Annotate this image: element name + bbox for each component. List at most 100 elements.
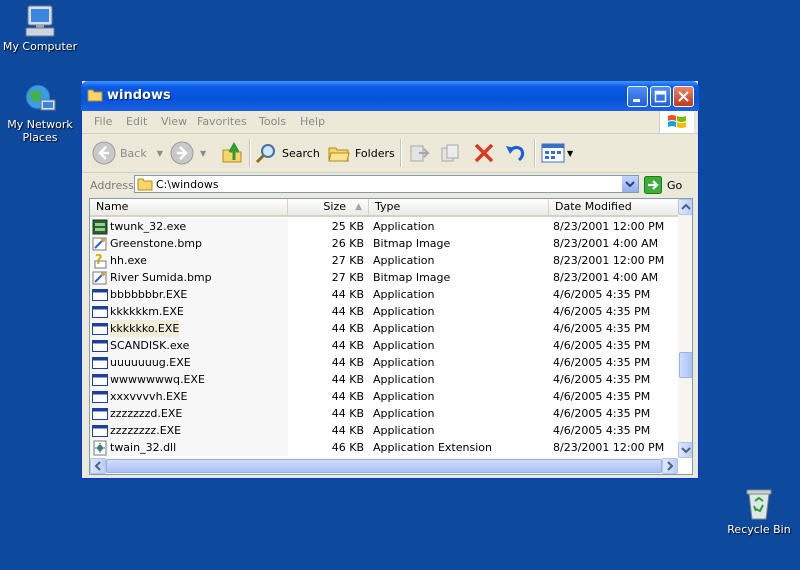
table-row[interactable]: River Sumida.bmp 27 KB Bitmap Image 8/23/20… <box>90 269 678 286</box>
search-button[interactable]: Search <box>254 138 320 168</box>
file-size: 44 KB <box>331 407 364 420</box>
menu-tools[interactable]: Tools <box>259 115 286 128</box>
move-to-button[interactable] <box>407 138 431 168</box>
up-folder-button[interactable] <box>220 138 244 168</box>
file-type: Application <box>373 407 435 420</box>
dll-icon <box>92 440 108 456</box>
file-name-cell[interactable]: River Sumida.bmp <box>92 269 212 286</box>
file-date: 4/6/2005 4:35 PM <box>553 356 651 369</box>
file-name-cell[interactable]: ? hh.exe <box>92 252 147 269</box>
svg-text:?: ? <box>95 253 103 268</box>
file-name-cell[interactable]: bbbbbbbr.EXE <box>92 286 187 303</box>
chevron-down-icon <box>625 181 635 188</box>
desktop-icon-recycle-bin[interactable]: Recycle Bin <box>719 487 799 536</box>
file-name-cell[interactable]: twain_32.dll <box>92 439 176 456</box>
table-row[interactable]: zzzzzzzz.EXE 44 KB Application 4/6/2005 4:3… <box>90 422 678 439</box>
table-row[interactable]: twunk_32.exe 25 KB Application 8/23/2001 12… <box>90 218 678 235</box>
file-name-cell[interactable]: kkkkkko.EXE <box>92 320 180 337</box>
file-type: Application <box>373 288 435 301</box>
go-label: Go <box>667 178 683 192</box>
file-name: SCANDISK.exe <box>110 339 190 352</box>
delete-button[interactable] <box>472 138 496 168</box>
menu-file[interactable]: File <box>94 115 112 128</box>
desktop-icon-label: My Network Places <box>7 118 73 144</box>
horizontal-scrollbar[interactable] <box>90 458 678 474</box>
desktop-icon-my-network-places[interactable]: My Network Places <box>0 82 80 144</box>
search-label: Search <box>282 146 320 160</box>
file-name-cell[interactable]: Greenstone.bmp <box>92 235 202 252</box>
menu-favorites[interactable]: Favorites <box>197 115 247 128</box>
forward-button[interactable]: ▼ <box>170 138 206 168</box>
scroll-left-button[interactable] <box>90 458 106 474</box>
file-name-cell[interactable]: wwwwwwwq.EXE <box>92 371 205 388</box>
table-row[interactable]: wwwwwwwq.EXE 44 KB Application 4/6/2005 4:3… <box>90 371 678 388</box>
table-row[interactable]: kkkkkko.EXE 44 KB Application 4/6/2005 4:35… <box>90 320 678 337</box>
file-name-cell[interactable]: SCANDISK.exe <box>92 337 189 354</box>
menu-edit[interactable]: Edit <box>126 115 147 128</box>
horizontal-scroll-thumb[interactable] <box>106 459 662 473</box>
table-row[interactable]: zzzzzzzd.EXE 44 KB Application 4/6/2005 4:3… <box>90 405 678 422</box>
table-row[interactable]: ? hh.exe 27 KB Application 8/23/2001 12:00 P… <box>90 252 678 269</box>
file-name-cell[interactable]: kkkkkkm.EXE <box>92 303 184 320</box>
views-dropdown-icon[interactable]: ▼ <box>567 149 573 158</box>
copy-to-button[interactable] <box>439 138 463 168</box>
back-button[interactable]: Back ▼ <box>92 138 163 168</box>
column-header-name[interactable]: Name <box>90 199 288 215</box>
table-row[interactable]: bbbbbbbr.EXE 44 KB Application 4/6/2005 4:3… <box>90 286 678 303</box>
table-row[interactable]: uuuuuuug.EXE 44 KB Application 4/6/2005 4:3… <box>90 354 678 371</box>
scroll-up-button[interactable] <box>678 199 692 215</box>
folders-icon <box>328 147 350 162</box>
column-header-date[interactable]: Date Modified <box>549 199 678 215</box>
file-name-cell[interactable]: xxxvvvvh.EXE <box>92 388 187 405</box>
file-name-cell[interactable]: twunk_32.exe <box>92 218 186 235</box>
address-value: C:\windows <box>156 178 219 191</box>
file-name: hh.exe <box>110 254 147 267</box>
vertical-scrollbar[interactable] <box>678 199 692 458</box>
back-arrow-icon <box>92 141 116 165</box>
file-size: 44 KB <box>331 373 364 386</box>
file-type: Application <box>373 424 435 437</box>
close-button[interactable] <box>673 86 694 107</box>
maximize-button[interactable] <box>650 86 671 107</box>
table-row[interactable]: kkkkkkm.EXE 44 KB Application 4/6/2005 4:35… <box>90 303 678 320</box>
views-icon <box>541 143 565 163</box>
scroll-down-button[interactable] <box>678 442 692 458</box>
file-name-cell[interactable]: zzzzzzzz.EXE <box>92 422 181 439</box>
scroll-right-button[interactable] <box>662 458 678 474</box>
back-dropdown-icon[interactable]: ▼ <box>157 149 163 158</box>
app-window-icon <box>92 389 108 405</box>
file-name: twunk_32.exe <box>110 220 187 233</box>
address-dropdown-button[interactable] <box>622 176 638 192</box>
file-date: 4/6/2005 4:35 PM <box>553 407 651 420</box>
app-window-icon <box>92 287 108 303</box>
file-size: 25 KB <box>331 220 364 233</box>
vertical-scroll-thumb[interactable] <box>679 352 692 378</box>
file-name-cell[interactable]: zzzzzzzd.EXE <box>92 405 182 422</box>
table-row[interactable]: SCANDISK.exe 44 KB Application 4/6/2005 4:3… <box>90 337 678 354</box>
menu-view[interactable]: View <box>161 115 187 128</box>
app-window-icon <box>92 338 108 354</box>
go-button[interactable]: Go <box>644 176 682 194</box>
menu-help[interactable]: Help <box>300 115 325 128</box>
address-input[interactable]: C:\windows <box>134 175 639 193</box>
file-name-cell[interactable]: uuuuuuug.EXE <box>92 354 191 371</box>
column-header-size[interactable]: Size ▲ <box>288 199 369 215</box>
toolbar-separator <box>249 139 251 167</box>
table-row[interactable]: xxxvvvvh.EXE 44 KB Application 4/6/2005 4:3… <box>90 388 678 405</box>
title-bar[interactable]: windows <box>81 81 699 111</box>
minimize-button[interactable] <box>627 86 648 107</box>
undo-button[interactable] <box>503 138 527 168</box>
desktop-icon-label: Recycle Bin <box>727 523 791 536</box>
column-header-type[interactable]: Type <box>369 199 549 215</box>
app-window-icon <box>92 304 108 320</box>
file-type: Application <box>373 356 435 369</box>
file-name: zzzzzzzz.EXE <box>110 424 182 437</box>
toolbar-separator <box>400 139 402 167</box>
forward-dropdown-icon[interactable]: ▼ <box>200 149 206 158</box>
views-button[interactable]: ▼ <box>541 138 573 168</box>
folders-button[interactable]: Folders <box>327 138 395 168</box>
desktop-icon-my-computer[interactable]: My Computer <box>0 4 80 53</box>
file-date: 4/6/2005 4:35 PM <box>553 339 651 352</box>
table-row[interactable]: twain_32.dll 46 KB Application Extension 8/… <box>90 439 678 456</box>
table-row[interactable]: Greenstone.bmp 26 KB Bitmap Image 8/23/2001… <box>90 235 678 252</box>
